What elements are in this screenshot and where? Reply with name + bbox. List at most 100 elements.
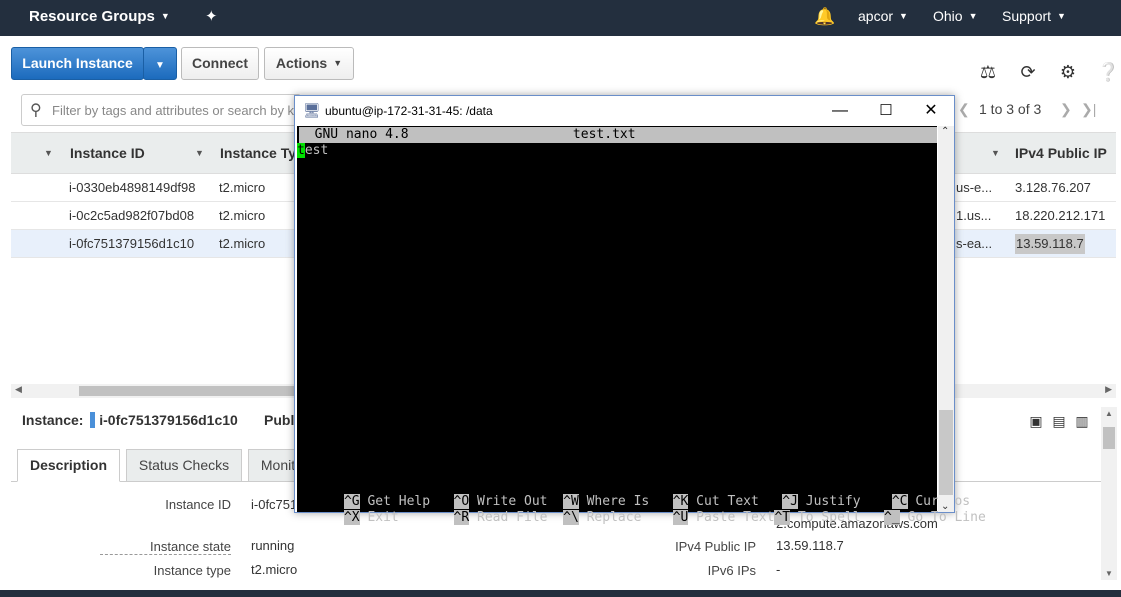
- sort-icon[interactable]: ▼: [44, 148, 53, 158]
- detail-header: Instance: i-0fc751379156d1c10: [22, 412, 238, 428]
- editor-text-line: test: [297, 143, 328, 159]
- support-menu[interactable]: Support ▼: [1002, 0, 1066, 36]
- panel-layout-bottom-icon[interactable]: ▣: [1026, 411, 1046, 431]
- putty-icon: 🖥: [303, 102, 321, 118]
- putty-window[interactable]: 🖥 ubuntu@ip-172-31-31-45: /data — ☐ ✕ GN…: [294, 95, 986, 525]
- putty-titlebar[interactable]: 🖥 ubuntu@ip-172-31-31-45: /data — ☐ ✕: [295, 96, 954, 126]
- terminal-scrollbar[interactable]: ⌃ ⌄: [938, 126, 954, 512]
- minimize-icon[interactable]: —: [829, 100, 851, 122]
- connect-button[interactable]: Connect: [181, 47, 259, 80]
- bottom-bar: [0, 590, 1121, 597]
- shortcut-key: ^_: [884, 510, 900, 525]
- ipv4-cell: 3.128.76.207: [1015, 180, 1091, 195]
- detail-value: 13.59.118.7: [776, 538, 844, 553]
- shortcut-label: Paste Text: [688, 510, 775, 525]
- public-dns-label: Publ: [264, 412, 295, 428]
- pin-icon[interactable]: ✦: [205, 0, 218, 36]
- scrollbar-thumb[interactable]: [1103, 427, 1115, 449]
- column-ipv4-public-ip[interactable]: IPv4 Public IP: [1015, 145, 1107, 161]
- detail-value: running: [251, 538, 295, 553]
- nano-header: GNU nano 4.8 test.txt: [299, 127, 937, 143]
- dns-cell: us-e...: [956, 180, 993, 195]
- gear-icon[interactable]: ⚙: [1058, 62, 1078, 82]
- shortcut-label: Read File: [469, 510, 564, 525]
- maximize-icon[interactable]: ☐: [875, 100, 897, 122]
- last-page-icon[interactable]: ❯|: [1081, 101, 1096, 118]
- instance-type-cell: t2.micro: [219, 236, 266, 251]
- tab-description[interactable]: Description: [17, 449, 120, 482]
- putty-title: ubuntu@ip-172-31-31-45: /data: [325, 104, 493, 118]
- detail-value: i-0fc751: [251, 497, 298, 512]
- shortcut-key: ^U: [672, 510, 689, 525]
- account-label: apcor: [858, 8, 894, 24]
- top-nav-bar: Resource Groups ▼ ✦ 🔔 apcor ▼ Ohio ▼ Suppor…: [0, 0, 1121, 36]
- shortcut-key: ^\: [563, 510, 579, 525]
- scroll-left-icon[interactable]: ◀: [15, 384, 22, 395]
- scroll-right-icon[interactable]: ▶: [1105, 384, 1112, 395]
- instance-type-cell: t2.micro: [219, 180, 266, 195]
- dns-cell: s-ea...: [956, 236, 993, 251]
- detail-label: Instance type: [153, 563, 231, 578]
- instance-color-marker: [90, 412, 96, 428]
- details-vertical-scrollbar[interactable]: ▲ ▼: [1101, 407, 1117, 580]
- chevron-down-icon: ▼: [333, 58, 343, 68]
- search-icon: ⚲: [30, 102, 42, 119]
- next-page-icon[interactable]: ❯: [1060, 101, 1072, 118]
- launch-instance-dropdown[interactable]: ▼: [143, 47, 177, 80]
- chevron-down-icon: ▼: [968, 11, 978, 21]
- nano-shortcuts-row: ^X Exit ^R Read File ^\ Replace ^U Paste…: [297, 494, 986, 525]
- sort-icon[interactable]: ▼: [991, 148, 1000, 158]
- column-instance-id[interactable]: Instance ID: [70, 145, 145, 161]
- flask-icon[interactable]: ⚖: [978, 62, 998, 82]
- caret-down-icon: ▼: [155, 60, 165, 71]
- instance-id-cell: i-0fc751379156d1c10: [69, 236, 195, 251]
- region-label: Ohio: [933, 8, 963, 24]
- panel-layout-full-icon[interactable]: ▥: [1072, 411, 1092, 431]
- selected-instance-id: i-0fc751379156d1c10: [99, 412, 238, 428]
- search-input[interactable]: ⚲ Filter by tags and attributes or searc…: [21, 94, 301, 126]
- column-instance-type[interactable]: Instance Typ: [220, 145, 305, 161]
- shortcut-key: ^R: [453, 510, 470, 525]
- shortcut-label: To Spell: [790, 510, 885, 525]
- detail-label: Instance ID: [165, 497, 231, 512]
- close-icon[interactable]: ✕: [920, 100, 942, 122]
- instance-id-cell: i-0330eb4898149df98: [69, 180, 196, 195]
- chevron-down-icon: ▼: [899, 11, 908, 21]
- refresh-icon[interactable]: ⟳: [1018, 62, 1038, 82]
- account-menu[interactable]: apcor ▼: [858, 0, 908, 36]
- shortcut-label: Exit: [359, 510, 454, 525]
- support-label: Support: [1002, 8, 1052, 24]
- scroll-down-icon[interactable]: ⌄: [941, 501, 949, 512]
- detail-value: t2.micro: [251, 562, 298, 577]
- resource-groups-menu[interactable]: Resource Groups ▼: [29, 0, 170, 36]
- scroll-down-icon[interactable]: ▼: [1105, 569, 1113, 578]
- actions-label: Actions: [275, 55, 328, 71]
- actions-button[interactable]: Actions ▼: [264, 47, 354, 80]
- editor-text: est: [304, 143, 329, 158]
- tab-status-checks[interactable]: Status Checks: [126, 449, 242, 482]
- ipv4-cell: 18.220.212.171: [1015, 208, 1106, 223]
- scrollbar-thumb[interactable]: [939, 410, 953, 495]
- bell-icon[interactable]: 🔔: [814, 0, 835, 36]
- scroll-up-icon[interactable]: ⌃: [941, 126, 949, 137]
- dns-cell: 1.us...: [956, 208, 992, 223]
- ipv4-cell: 13.59.118.7: [1015, 234, 1085, 254]
- scrollbar-thumb[interactable]: [79, 386, 309, 396]
- detail-label: Instance state: [100, 539, 231, 555]
- detail-value: -: [776, 562, 781, 577]
- chevron-down-icon: ▼: [1057, 11, 1066, 21]
- region-menu[interactable]: Ohio ▼: [933, 0, 978, 36]
- prev-page-icon[interactable]: ❮: [958, 101, 970, 118]
- panel-layout-half-icon[interactable]: ▤: [1049, 411, 1069, 431]
- instance-id-cell: i-0c2c5ad982f07bd08: [69, 208, 195, 223]
- help-icon[interactable]: ❔: [1097, 62, 1119, 82]
- detail-label: IPv6 IPs: [707, 563, 756, 578]
- pagination-label: 1 to 3 of 3: [979, 101, 1042, 117]
- instance-type-cell: t2.micro: [219, 208, 266, 223]
- sort-icon[interactable]: ▼: [195, 148, 204, 158]
- launch-instance-button[interactable]: Launch Instance: [11, 47, 144, 80]
- terminal-screen[interactable]: GNU nano 4.8 test.txt test ^G Get Help ^…: [297, 126, 986, 525]
- shortcut-key: ^T: [774, 510, 791, 525]
- scroll-up-icon[interactable]: ▲: [1105, 409, 1113, 418]
- resource-groups-label: Resource Groups: [29, 8, 155, 25]
